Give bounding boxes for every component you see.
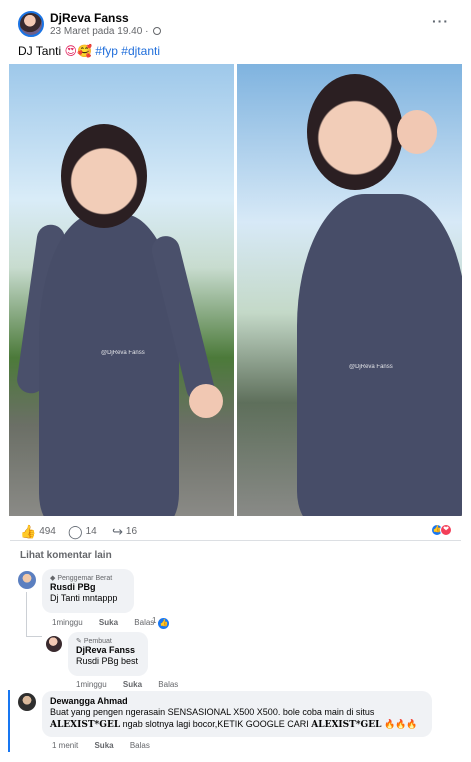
comment-actions: 1minggu Suka Balas xyxy=(76,680,192,689)
comment-reply-button[interactable]: Balas xyxy=(134,618,154,627)
photo-grid: @DjReva Fanss @DjReva Fanss xyxy=(9,64,462,516)
comment-count[interactable]: ◯ 14 xyxy=(68,524,97,540)
love-badge-icon: ❤ xyxy=(440,524,452,536)
comment-bubble: Dewangga Ahmad Buat yang pengen ngerasai… xyxy=(42,691,432,737)
creator-label: ✎ Pembuat xyxy=(76,638,112,645)
view-more-comments-link[interactable]: Lihat komentar lain xyxy=(20,550,112,561)
thread-line xyxy=(26,636,42,637)
share-icon: ↪ xyxy=(112,524,123,539)
like-count[interactable]: 👍 494 xyxy=(20,524,56,540)
more-icon[interactable]: ··· xyxy=(432,13,449,29)
divider xyxy=(10,540,461,541)
caption-emoji: 😍🥰 xyxy=(64,44,92,58)
share-count[interactable]: ↪ 16 xyxy=(112,524,137,540)
caption-text: DJ Tanti xyxy=(18,44,62,58)
figure-head xyxy=(307,74,403,190)
post-timestamp[interactable]: 23 Maret pada 19.40 · xyxy=(50,26,148,37)
comment-text: Dj Tanti mntappp xyxy=(50,593,118,603)
post-author[interactable]: DjReva Fanss xyxy=(50,11,129,25)
commenter-avatar[interactable] xyxy=(46,636,62,652)
comment-author[interactable]: Rusdi PBg xyxy=(50,582,126,592)
comment-bubble: ✎ Pembuat DjReva Fanss Rusdi PBg best xyxy=(68,632,148,676)
reaction-bar: 👍 494 ◯ 14 ↪ 16 👍 ❤ xyxy=(20,522,452,540)
comment-like-button[interactable]: Suka xyxy=(99,618,118,627)
commenter-avatar[interactable] xyxy=(18,693,36,711)
post-card: DjReva Fanss 23 Maret pada 19.40 · ··· D… xyxy=(0,0,471,762)
top-fan-label: ◆ Penggemar Berat xyxy=(50,575,113,582)
comment-actions: 1minggu Suka Balas xyxy=(52,618,168,627)
post-meta[interactable]: 23 Maret pada 19.40 · xyxy=(50,26,162,37)
like-icon: 👍 xyxy=(20,524,37,539)
comment-reply-button[interactable]: Balas xyxy=(130,741,150,750)
figure-head xyxy=(61,124,147,228)
comment-text: Buat yang pengen ngerasain SENSASIONAL X… xyxy=(50,707,418,730)
photo-watermark: @DjReva Fanss xyxy=(349,364,393,370)
photo-watermark: @DjReva Fanss xyxy=(101,350,145,356)
photo-right[interactable]: @DjReva Fanss xyxy=(237,64,462,516)
post-caption: DJ Tanti 😍🥰 #fyp #djtanti xyxy=(18,44,160,58)
creator-badge-icon: ✎ xyxy=(76,638,84,645)
globe-icon xyxy=(153,27,162,35)
fire-emoji: 🔥🔥🔥 xyxy=(383,719,418,729)
figure-hand xyxy=(189,384,223,418)
comment-like-button[interactable]: Suka xyxy=(94,741,113,750)
comment-actions: 1 menit Suka Balas xyxy=(52,741,164,750)
commenter-avatar[interactable] xyxy=(18,571,36,589)
comment-bubble: ◆ Penggemar Berat Rusdi PBg Dj Tanti mnt… xyxy=(42,569,134,613)
comment-icon: ◯ xyxy=(68,524,83,539)
comment-author[interactable]: DjReva Fanss xyxy=(76,645,140,655)
comment-time[interactable]: 1minggu xyxy=(52,618,83,627)
post-header: DjReva Fanss 23 Maret pada 19.40 · ··· xyxy=(10,9,461,39)
figure-body xyxy=(297,194,462,516)
comment-like-button[interactable]: Suka xyxy=(123,680,142,689)
author-avatar[interactable] xyxy=(18,11,44,37)
comment-brand: ALEXIST*GEL xyxy=(50,720,121,730)
thread-line xyxy=(26,592,27,636)
comment-text: Rusdi PBg best xyxy=(76,656,139,666)
comment-brand: ALEXIST*GEL xyxy=(311,720,382,730)
comment-time[interactable]: 1minggu xyxy=(76,680,107,689)
new-comment-marker xyxy=(8,690,10,752)
comment-time[interactable]: 1 menit xyxy=(52,741,78,750)
reaction-summary[interactable]: 👍 ❤ xyxy=(431,523,452,536)
comment-reply-button[interactable]: Balas xyxy=(158,680,178,689)
caption-hashtags[interactable]: #fyp #djtanti xyxy=(95,44,160,58)
figure-hand xyxy=(397,110,437,154)
photo-left[interactable]: @DjReva Fanss xyxy=(9,64,234,516)
comment-author[interactable]: Dewangga Ahmad xyxy=(50,696,424,706)
